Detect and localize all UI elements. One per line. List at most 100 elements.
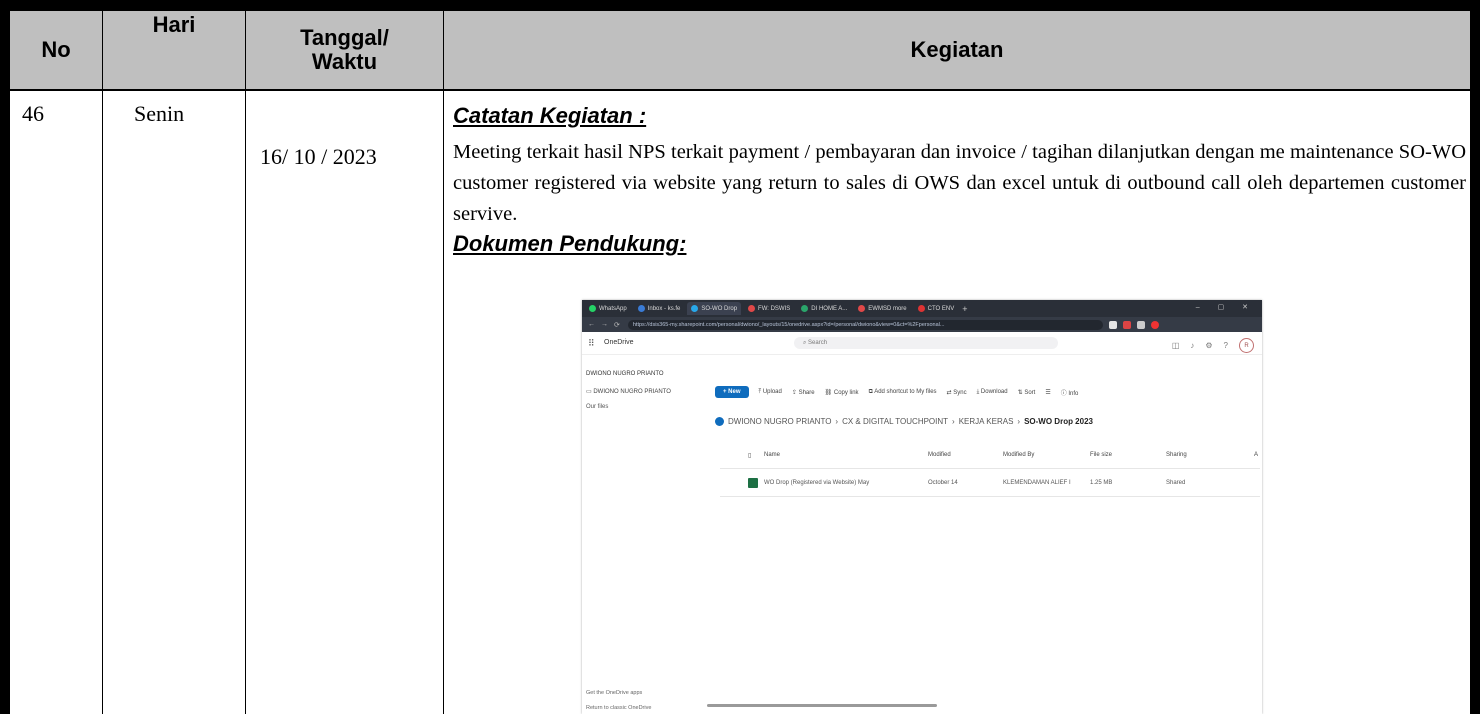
search-placeholder: Search — [808, 340, 828, 346]
browser-tab-bar: WhatsApp Inbox - ks.fe SO-WO Drop FW: DS… — [582, 300, 1262, 317]
copy-link-label: Copy link — [833, 389, 859, 396]
outlook-icon — [637, 305, 645, 312]
breadcrumb-item[interactable]: CX & DIGITAL TOUCHPOINT — [842, 417, 948, 426]
horizontal-scrollbar[interactable] — [707, 704, 937, 707]
share-label: Share — [798, 389, 815, 396]
column-header-name[interactable]: Name — [764, 452, 780, 458]
browser-tab[interactable]: Inbox - ks.fe — [634, 302, 685, 315]
tab-label: SO-WO Drop — [701, 305, 738, 312]
add-shortcut-button[interactable]: ⧉ Add shortcut to My files — [869, 389, 937, 396]
sidebar-item-label: DWIONO NUGRO PRIANTO — [593, 389, 671, 395]
onedrive-app-bar: ⠿ OneDrive ⌕ Search ◫ ♪ ⚙ ? R — [582, 332, 1262, 355]
header-no: No — [41, 37, 71, 62]
browser-tab-active[interactable]: SO-WO Drop — [687, 302, 742, 315]
forward-icon[interactable]: → — [601, 321, 608, 328]
file-type-icon: ▯ — [748, 453, 752, 459]
chevron-right-icon: › — [952, 417, 955, 426]
megaphone-icon[interactable]: ♪ — [1190, 341, 1194, 350]
column-header-file-size[interactable]: File size — [1090, 452, 1112, 458]
dokumen-pendukung-title: Dokumen Pendukung: — [453, 231, 687, 256]
activity-log-page: No Hari Tanggal/ Waktu Kegiatan 46 Senin… — [0, 0, 1480, 714]
sort-button[interactable]: ⇅ Sort — [1018, 389, 1036, 396]
header-tanggal-waktu: Tanggal/ Waktu — [300, 25, 389, 74]
file-sharing: Shared — [1166, 480, 1186, 486]
table-border-left — [0, 0, 10, 714]
column-header-modified-by[interactable]: Modified By — [1003, 452, 1034, 458]
classic-onedrive-link[interactable]: Return to classic OneDrive — [586, 705, 651, 711]
reload-icon[interactable]: ⟳ — [614, 321, 620, 329]
new-tab-icon[interactable]: + — [962, 304, 967, 314]
sync-button[interactable]: ⇄ Sync — [947, 389, 967, 396]
row-no: 46 — [22, 101, 44, 126]
copy-link-button[interactable]: ⛓ Copy link — [825, 389, 859, 396]
breadcrumb-item[interactable]: KERJA KERAS — [959, 417, 1014, 426]
profile-icon[interactable] — [1150, 320, 1159, 329]
sync-label: Sync — [953, 389, 967, 396]
header-divider — [10, 89, 1470, 91]
app-name[interactable]: OneDrive — [604, 339, 634, 346]
mail-icon — [748, 305, 756, 312]
sidebar-item-our-files[interactable]: Our files — [586, 404, 608, 410]
table-border-top — [0, 0, 1480, 11]
avatar[interactable]: R — [1239, 338, 1254, 353]
sidebar-user-name[interactable]: DWIONO NUGRO PRIANTO — [586, 371, 664, 377]
new-button[interactable]: + New — [715, 386, 749, 398]
tab-label: EWMSD more — [868, 305, 907, 312]
extension-icon[interactable] — [1122, 320, 1131, 329]
browser-tab[interactable]: FW: DSWIS — [744, 302, 794, 315]
column-divider-1 — [102, 11, 103, 714]
group-icon — [715, 417, 724, 426]
row-tanggal: 16/ 10 / 2023 — [260, 144, 377, 169]
onedrive-sidebar: DWIONO NUGRO PRIANTO ▭ DWIONO NUGRO PRIA… — [582, 355, 704, 714]
tab-label: FW: DSWIS — [758, 305, 791, 312]
share-icon[interactable]: ◫ — [1172, 341, 1180, 350]
whatsapp-icon — [589, 305, 596, 312]
browser-tab[interactable]: CTO ENV — [914, 302, 959, 315]
app-launcher-icon[interactable]: ⠿ — [588, 338, 595, 349]
sidebar-item-folder[interactable]: ▭ DWIONO NUGRO PRIANTO — [586, 388, 671, 395]
extension-icon[interactable] — [1108, 320, 1117, 329]
info-label: Info — [1068, 390, 1079, 397]
column-header-activity[interactable]: A — [1254, 452, 1258, 458]
table-border-right — [1470, 0, 1480, 714]
column-divider-2 — [245, 11, 246, 714]
extension-icon[interactable] — [1136, 320, 1145, 329]
browser-tab[interactable]: EWMSD more — [854, 302, 910, 315]
info-button[interactable]: ⓘ Info — [1061, 388, 1079, 397]
file-name[interactable]: WO Drop (Registered via Website) May — [764, 480, 869, 486]
file-modified-by: KLEMENDAMAN ALIEF I — [1003, 480, 1071, 486]
upload-label: Upload — [762, 388, 782, 395]
app-bar-actions: ◫ ♪ ⚙ ? R — [1172, 338, 1254, 353]
breadcrumb-current: SO-WO Drop 2023 — [1024, 417, 1093, 426]
sort-label: Sort — [1024, 389, 1036, 396]
column-header-sharing[interactable]: Sharing — [1166, 452, 1187, 458]
row-divider — [720, 496, 1260, 497]
catatan-kegiatan-text: Meeting terkait hasil NPS terkait paymen… — [453, 141, 1466, 225]
tab-label: Inbox - ks.fe — [647, 305, 681, 312]
download-label: Download — [980, 388, 1008, 395]
help-icon[interactable]: ? — [1224, 341, 1228, 350]
column-divider-3 — [443, 11, 444, 714]
browser-tab[interactable]: WhatsApp — [585, 302, 631, 315]
command-bar: + New ⤒ Upload ⇪ Share ⛓ Copy link ⧉ Add… — [715, 386, 1078, 398]
browser-address-bar: ← → ⟳ https://dsis365-my.sharepoint.com/… — [582, 317, 1262, 332]
settings-icon[interactable]: ⚙ — [1205, 341, 1212, 350]
share-button[interactable]: ⇪ Share — [792, 389, 815, 396]
row-hari: Senin — [134, 101, 185, 126]
view-options-button[interactable]: ☰ — [1045, 389, 1050, 396]
chevron-right-icon: › — [1017, 417, 1021, 426]
file-size: 1.25 MB — [1090, 480, 1113, 486]
browser-tab[interactable]: DI HOME A... — [797, 302, 851, 315]
search-input[interactable]: ⌕ Search — [794, 337, 1058, 349]
add-shortcut-label: Add shortcut to My files — [874, 388, 937, 395]
upload-button[interactable]: ⤒ Upload — [759, 389, 782, 396]
get-apps-link[interactable]: Get the OneDrive apps — [586, 690, 642, 696]
column-header-modified[interactable]: Modified — [928, 452, 951, 458]
app-icon — [917, 305, 925, 312]
window-controls-icon[interactable]: – ▢ ✕ — [1196, 303, 1256, 311]
url-field[interactable]: https://dsis365-my.sharepoint.com/person… — [627, 319, 1103, 330]
breadcrumb: DWIONO NUGRO PRIANTO › CX & DIGITAL TOUCH… — [715, 417, 1093, 426]
back-icon[interactable]: ← — [588, 321, 595, 328]
download-button[interactable]: ⤓ Download — [977, 389, 1008, 396]
breadcrumb-item[interactable]: DWIONO NUGRO PRIANTO — [728, 417, 831, 426]
